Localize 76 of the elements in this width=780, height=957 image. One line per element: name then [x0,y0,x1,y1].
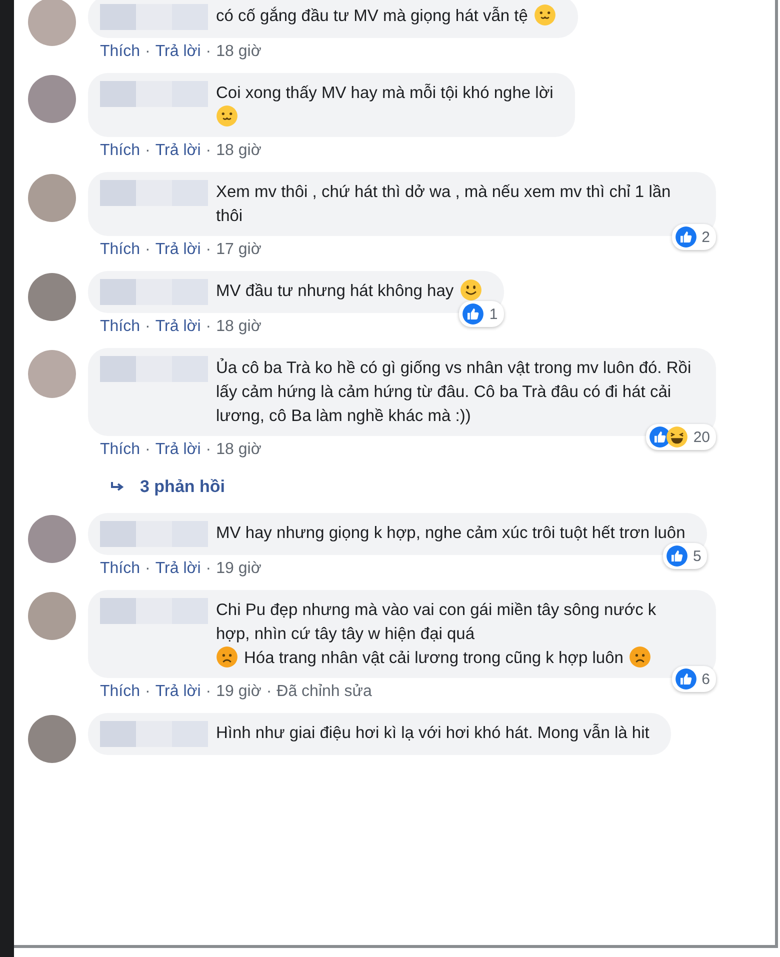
separator-dot: · [206,441,212,459]
frown-emoji-icon [216,646,238,668]
avatar-placeholder[interactable] [28,174,76,222]
comment-action-link[interactable]: Thích [100,560,140,578]
comment-text: Coi xong thấy MV hay mà mỗi tội khó nghe lời [216,82,554,104]
frown-emoji-icon [629,646,652,668]
separator-dot: · [206,318,212,336]
separator-dot: · [145,43,150,61]
thumbs-up-icon [462,303,484,325]
comment-action-link[interactable]: Thích [100,142,140,160]
avatar-placeholder[interactable] [28,75,76,123]
thumbs-up-icon [674,668,697,690]
avatar-placeholder[interactable] [28,715,76,763]
reaction-count: 6 [702,670,710,688]
smile-emoji-icon [534,4,556,26]
comment-action-link[interactable]: Thích [100,683,140,701]
separator-dot: · [206,683,212,701]
comment-text: Hình như giai điệu hơi kì lạ với hơi khó hát. Mong vẫn là hit [216,722,650,744]
separator-dot: · [145,441,150,459]
separator-dot: · [206,43,212,61]
separator-dot: · [145,560,150,578]
comment-meta-text: 18 giờ [216,43,262,61]
comment-action-link[interactable]: Trả lời [155,683,201,701]
comment-action-link[interactable]: Thích [100,43,140,61]
comment-action-link[interactable]: Trả lời [155,142,201,160]
reaction-badge[interactable]: 6 [672,666,716,692]
avatar-placeholder[interactable] [28,350,76,398]
avatar-placeholder[interactable] [28,592,76,640]
reaction-badge[interactable]: 1 [459,301,504,327]
comment-action-link[interactable]: Trả lời [155,43,201,61]
comment-action-link[interactable]: Trả lời [155,560,201,578]
thumbs-up-icon [666,545,688,567]
reaction-badge[interactable]: 20 [646,424,716,450]
separator-dot: · [266,683,272,701]
separator-dot: · [145,241,150,259]
smile-emoji-icon [460,279,482,301]
separator-dot: · [206,241,212,259]
reaction-badge[interactable]: 5 [662,543,708,569]
comment-text: MV hay nhưng giọng k hợp, nghe cảm xúc trôi tuột hết trơn luôn [216,523,686,544]
avatar-placeholder[interactable] [28,273,76,321]
comment-meta-text: 18 giờ [216,318,262,336]
reaction-count: 1 [489,306,498,322]
comment-meta-text: 19 giờ [216,683,262,701]
comment-text: có cố gắng đầu tư MV mà giọng hát vẫn tệ [216,6,528,27]
avatar-placeholder[interactable] [28,0,76,46]
comment-meta-text: 18 giờ [216,441,262,459]
comment-meta-text: Đã chỉnh sửa [276,683,372,701]
reaction-count: 20 [693,428,710,446]
reply-arrow-icon [110,481,126,493]
avatar-placeholder[interactable] [28,515,76,563]
comment-meta-text: 18 giờ [216,142,262,160]
separator-dot: · [145,318,150,336]
comment-meta-text: 17 giờ [216,241,262,259]
reaction-count: 5 [692,548,702,564]
comment-text: Xem mv thôi , chứ hát thì dở wa , mà nếu xem mv thì chỉ 1 lần thôi [216,182,672,227]
reaction-count: 2 [702,228,710,246]
comment-action-link[interactable]: Thích [100,241,140,259]
separator-dot: · [206,560,212,578]
comment-text: Chi Pu đẹp nhưng mà vào vai con gái miền tây sông nước k hợp, nhìn cứ tây tây w hiện đại quá [216,600,658,645]
comment-meta-text: 19 giờ [216,560,262,578]
comment-action-link[interactable]: Trả lời [155,318,201,336]
reaction-badge[interactable]: 2 [672,224,716,250]
comment-action-link[interactable]: Trả lời [155,241,201,259]
view-replies-link[interactable]: 3 phản hồi [140,477,225,497]
comment-text: Hóa trang nhân vật cải lương trong cũng k hợp luôn [244,648,624,669]
comment-action-link[interactable]: Thích [100,318,140,336]
separator-dot: · [145,683,150,701]
laughing-emoji-icon [666,426,688,448]
comment-text: MV đầu tư nhưng hát không hay [216,281,454,302]
separator-dot: · [145,142,150,160]
separator-dot: · [206,142,212,160]
comment-text: Ủa cô ba Trà ko hề có gì giống vs nhân vật trong mv luôn đó. Rồi lấy cảm hứng là cảm hứng từ đâu. Cô ba Trà đâu có đi hát cải lương, cô Ba làm nghề khác mà :)) [216,357,692,427]
comment-action-link[interactable]: Trả lời [155,441,201,459]
smile-emoji-icon [216,105,238,127]
comment-action-link[interactable]: Thích [100,441,140,459]
thumbs-up-icon [674,226,697,248]
